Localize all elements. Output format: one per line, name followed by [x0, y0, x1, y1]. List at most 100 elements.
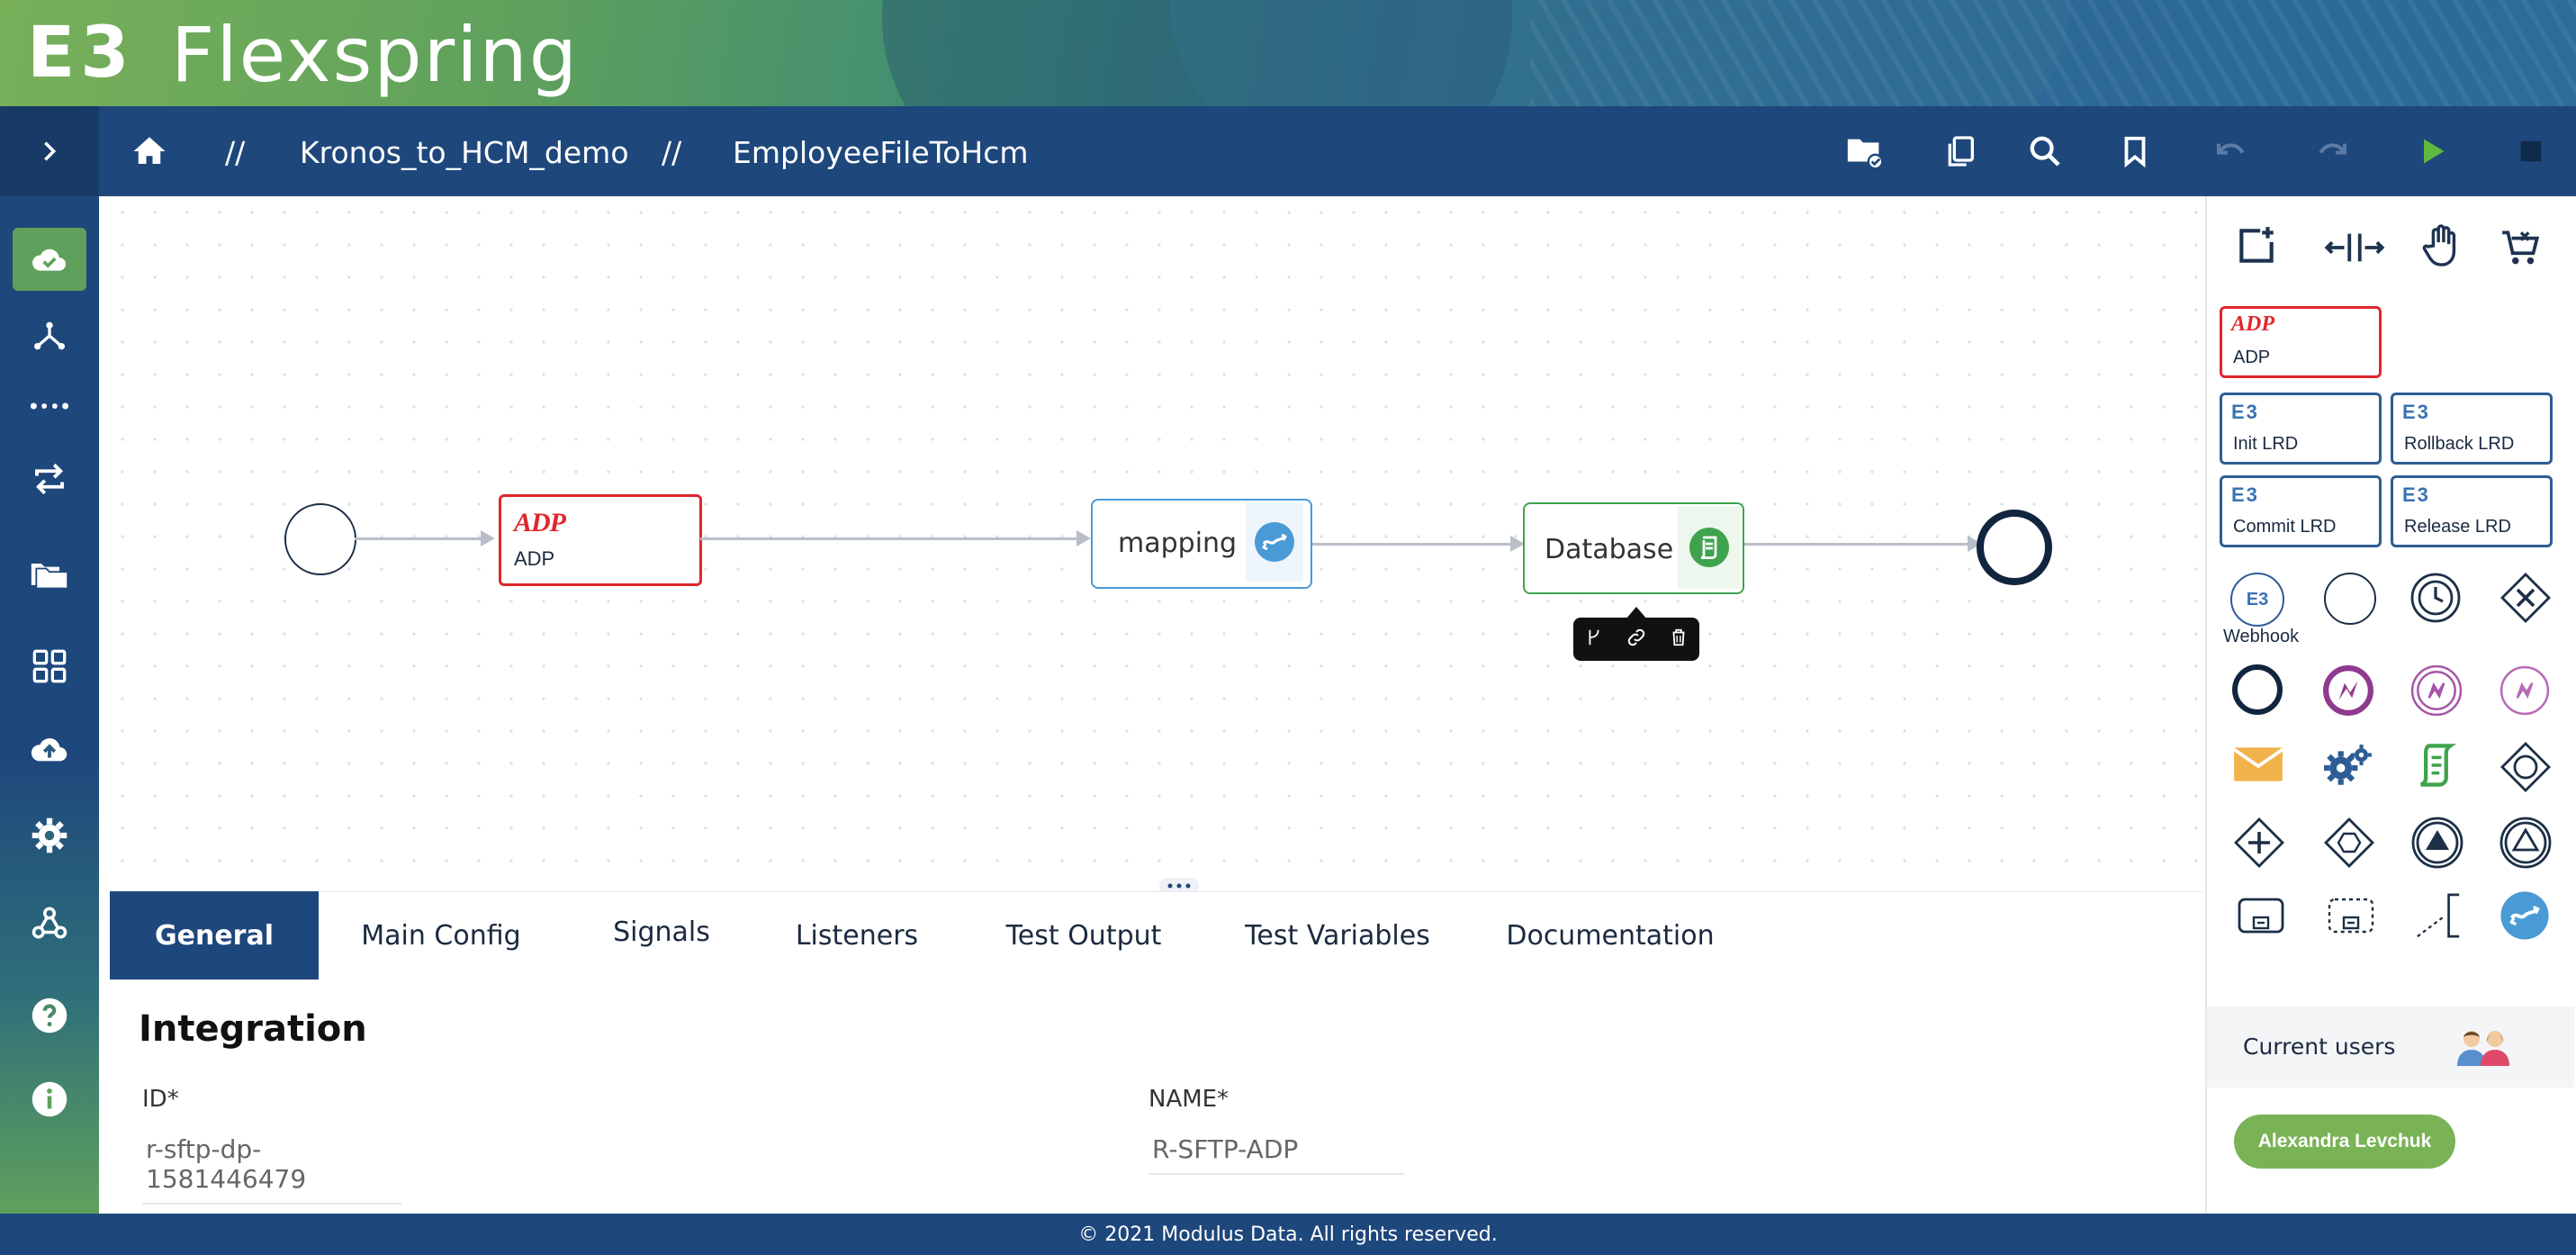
palette-subprocess[interactable] [2236, 895, 2286, 936]
adp-logo: ADP [514, 508, 566, 537]
sidebar-item-info[interactable] [13, 1068, 86, 1131]
palette-webhook[interactable]: E3 [2230, 573, 2284, 627]
mapping-node-label: mapping [1118, 528, 1238, 559]
palette-script-task[interactable] [2412, 740, 2461, 790]
palette-service-task[interactable] [2322, 742, 2374, 790]
palette-event-gateway[interactable] [2499, 740, 2553, 794]
gateway-plus-icon [2234, 817, 2284, 868]
error-boundary-icon [2410, 664, 2463, 717]
user-badge[interactable]: Alexandra Levchuk [2234, 1115, 2455, 1169]
palette-mapping[interactable] [2499, 889, 2551, 942]
chevron-right-icon [44, 141, 57, 161]
sidebar-item-webhooks[interactable] [13, 891, 86, 954]
start-event[interactable] [284, 503, 356, 575]
palette-tile-commit-lrd[interactable]: E3 Commit LRD [2220, 475, 2382, 547]
link-button[interactable] [1626, 627, 1647, 653]
palette-annotation[interactable] [2414, 891, 2463, 940]
branch-button[interactable] [1584, 628, 1604, 652]
stop-button[interactable] [2506, 126, 2556, 176]
palette-signal-event[interactable] [2410, 816, 2464, 870]
connector [700, 537, 1078, 540]
copy-button[interactable] [1935, 126, 1986, 176]
open-folder-button[interactable] [1840, 126, 1890, 176]
grid-icon [32, 649, 67, 683]
tab-signals[interactable]: Signals [587, 888, 736, 976]
sidebar-item-upload[interactable] [13, 718, 86, 781]
palette-error-boundary[interactable] [2410, 664, 2463, 717]
sidebar-item-files[interactable] [13, 542, 86, 605]
trash-icon [1672, 628, 1685, 646]
connector [355, 537, 481, 540]
expand-sidebar-button[interactable] [0, 106, 99, 196]
sidebar-item-sequence[interactable] [13, 375, 86, 438]
script-icon [1689, 528, 1729, 567]
split-button[interactable] [2322, 227, 2387, 268]
palette-error-intermediate[interactable] [2499, 664, 2551, 717]
tab-test-variables[interactable]: Test Variables [1237, 891, 1438, 980]
palette-message-task[interactable] [2232, 744, 2284, 785]
mapping-node[interactable]: mapping [1091, 499, 1312, 589]
clear-cart-button[interactable] [2499, 225, 2544, 270]
tab-documentation[interactable]: Documentation [1506, 891, 1714, 980]
sidebar-item-settings[interactable] [13, 804, 86, 867]
repeat-icon [35, 463, 64, 495]
palette-complex-gateway[interactable] [2322, 816, 2376, 870]
delete-button[interactable] [1669, 628, 1689, 652]
palette-start-event[interactable] [2324, 573, 2376, 625]
add-element-button[interactable] [2234, 223, 2279, 268]
run-button[interactable] [2407, 126, 2457, 176]
subprocess-icon [2238, 898, 2284, 934]
redo-icon [2319, 143, 2346, 155]
home-button[interactable] [124, 126, 175, 176]
sidebar-item-dashboard[interactable] [13, 635, 86, 698]
dots-line-icon [30, 402, 69, 410]
pan-button[interactable] [2421, 223, 2466, 270]
database-node[interactable]: Database [1523, 502, 1744, 594]
branch-icon [1589, 629, 1599, 645]
webhook-icon [32, 907, 68, 939]
palette-tile-release-lrd[interactable]: E3 Release LRD [2391, 475, 2553, 547]
stop-icon [2520, 140, 2542, 162]
palette-event-subprocess[interactable] [2326, 895, 2376, 936]
breadcrumb-project[interactable]: Kronos_to_HCM_demo [300, 135, 629, 170]
sidebar-item-network[interactable] [13, 304, 86, 367]
timer-icon [2410, 573, 2461, 623]
palette-parallel-gateway[interactable] [2232, 816, 2286, 870]
palette-timer-event[interactable] [2410, 573, 2461, 623]
bookmark-button[interactable] [2110, 126, 2160, 176]
palette-tile-init-lrd[interactable]: E3 Init LRD [2220, 393, 2382, 465]
palette-tile-adp[interactable]: ADP ADP [2220, 306, 2382, 378]
e3-logo: E3 [2231, 401, 2259, 423]
id-field[interactable]: r-sftp-dp-1581446479 [142, 1131, 401, 1205]
palette-tile-label: Rollback LRD [2404, 434, 2515, 454]
adp-node-label: ADP [514, 547, 555, 570]
tab-test-output[interactable]: Test Output [995, 891, 1172, 980]
palette-error-event[interactable] [2322, 664, 2374, 717]
name-field[interactable]: R-SFTP-ADP [1148, 1131, 1404, 1175]
palette-signal-catch[interactable] [2499, 816, 2553, 870]
palette-tile-label: Commit LRD [2233, 517, 2337, 537]
palette-end-event[interactable] [2232, 664, 2283, 715]
search-button[interactable] [2020, 126, 2070, 176]
sidebar-item-sync[interactable] [13, 447, 86, 510]
tab-listeners[interactable]: Listeners [785, 891, 929, 980]
users-avatar [2454, 1026, 2513, 1066]
database-node-badge [1678, 506, 1741, 589]
adp-node[interactable]: ADP ADP [499, 494, 702, 586]
bookmark-icon [2124, 136, 2146, 168]
redo-button[interactable] [2306, 126, 2356, 176]
sidebar-item-deployments[interactable] [13, 228, 86, 291]
palette-exclusive-gateway[interactable] [2499, 571, 2553, 625]
event-subprocess-icon [2328, 898, 2374, 934]
sidebar-item-help[interactable] [13, 984, 86, 1047]
breadcrumb-flow[interactable]: EmployeeFileToHcm [733, 135, 1029, 170]
tab-general[interactable]: General [110, 891, 319, 980]
undo-button[interactable] [2207, 126, 2257, 176]
end-event[interactable] [1977, 510, 2052, 585]
palette-tile-rollback-lrd[interactable]: E3 Rollback LRD [2391, 393, 2553, 465]
connector [1312, 543, 1512, 546]
mapping-icon [2500, 891, 2549, 940]
tab-main-config[interactable]: Main Config [351, 891, 531, 980]
users-icon [2457, 1031, 2509, 1066]
gateway-x-icon [2500, 573, 2551, 623]
